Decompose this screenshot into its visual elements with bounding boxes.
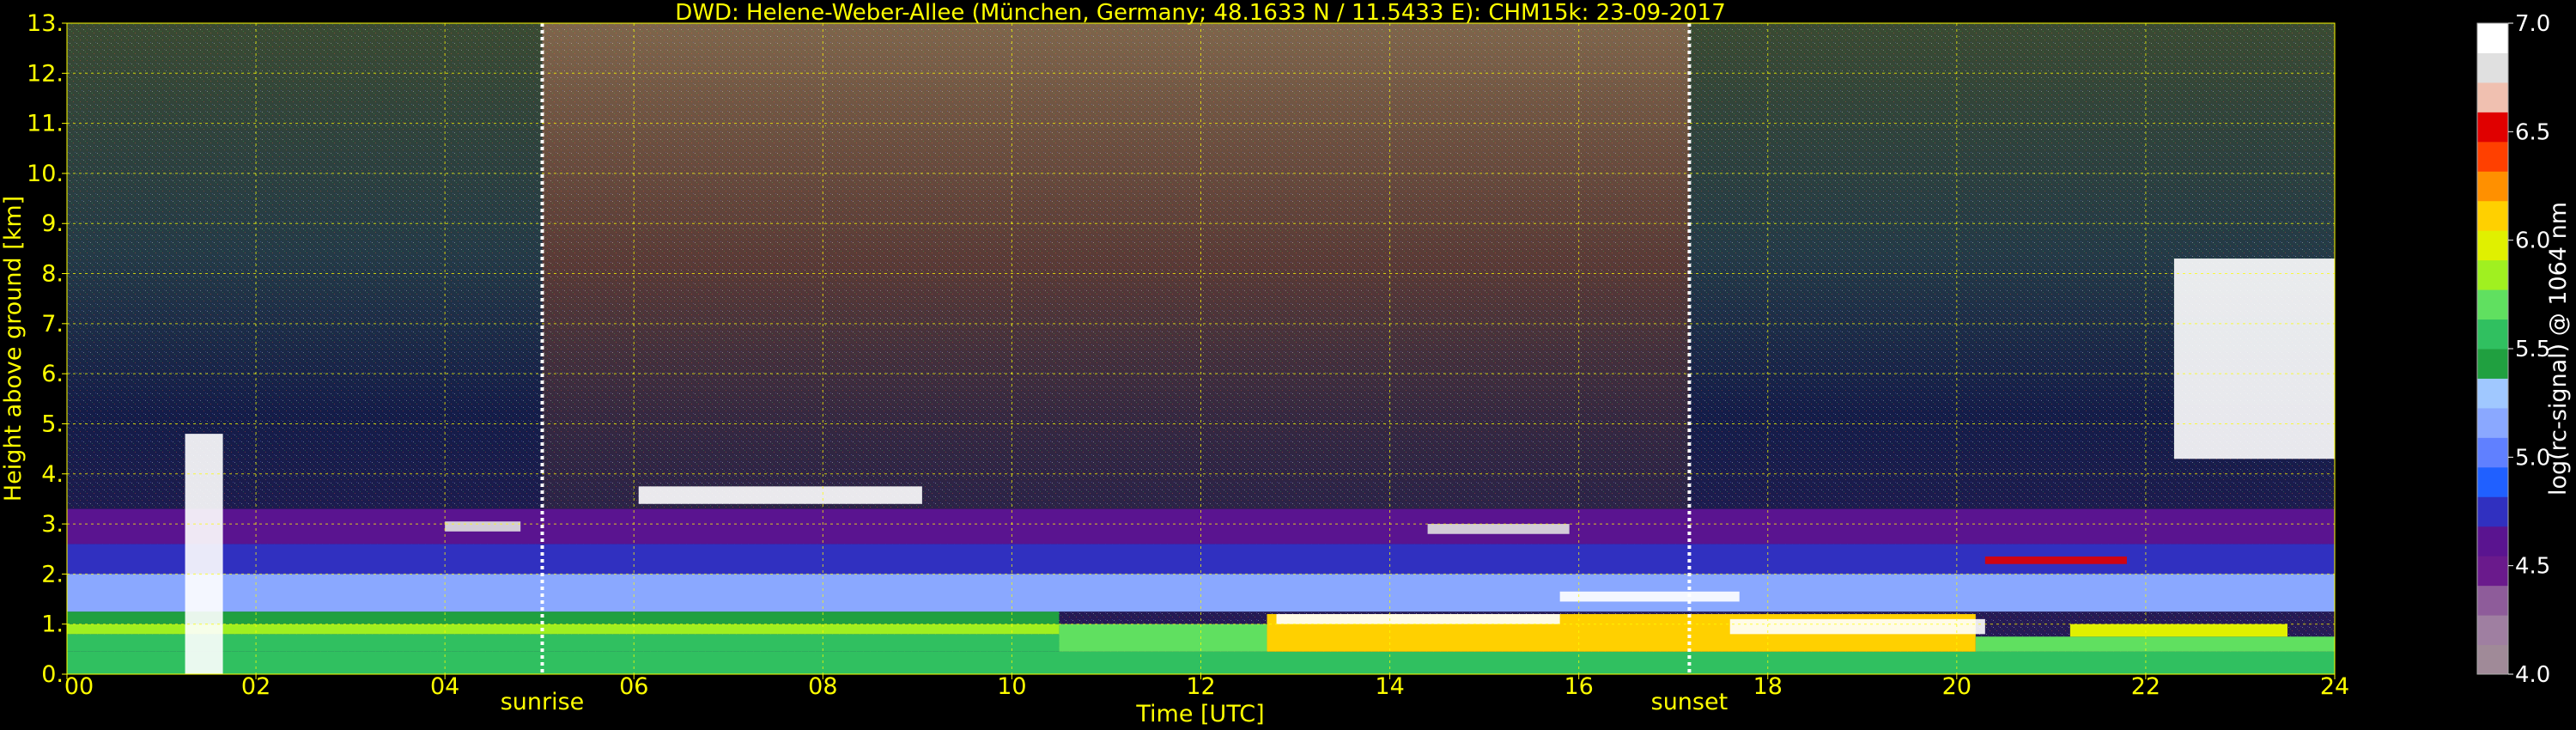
colorbar-tick-label: 4.5 — [2515, 554, 2550, 580]
x-tick-label: 24 — [2320, 673, 2349, 700]
y-tick-label: 3. — [41, 511, 64, 538]
x-tick-label: 22 — [2131, 673, 2160, 700]
sunset-label: sunset — [1651, 689, 1728, 715]
y-tick-label: 0. — [41, 661, 64, 688]
plot-area — [67, 23, 2335, 674]
colorbar-swatch — [2477, 112, 2508, 143]
aerosol-layer-10 — [2069, 624, 2287, 637]
x-tick-label: 14 — [1375, 673, 1404, 700]
cloud-layer-5 — [1729, 618, 1985, 635]
colorbar: 4.04.55.05.56.06.57.0 — [2476, 11, 2550, 688]
colorbar-swatch — [2477, 466, 2508, 497]
cloud-layer-6 — [1984, 556, 2127, 564]
ceilometer-chart: 00 02 04 06 08 10 12 14 16 18 20 22 24 0. 1. 2. 3. 4. 5. 6… — [0, 0, 2572, 727]
colorbar-label: log(rc-signal) @ 1064 nm — [2545, 202, 2572, 496]
colorbar-swatch — [2477, 171, 2508, 202]
colorbar-tick-label: 6.5 — [2515, 119, 2550, 145]
x-tick-label: 12 — [1186, 673, 1215, 700]
aerosol-layer-9 — [1975, 636, 2335, 652]
aerosol-layer-4 — [67, 574, 2335, 612]
colorbar-swatch — [2477, 200, 2508, 231]
cloud-layer-7 — [2173, 259, 2335, 459]
y-tick-label: 5. — [41, 411, 64, 437]
y-axis-label: Height above ground [km] — [0, 196, 27, 502]
colorbar-swatch — [2477, 349, 2508, 379]
x-tick-label: 02 — [241, 673, 270, 700]
colorbar-swatch — [2477, 615, 2508, 646]
x-tick-label: 20 — [1942, 673, 1971, 700]
x-tick-label: 08 — [808, 673, 837, 700]
y-tick-label: 2. — [41, 561, 64, 587]
y-tick-label: 6. — [41, 361, 64, 387]
colorbar-swatch — [2477, 23, 2508, 53]
chart-title: DWD: Helene-Weber-Allee (München, German… — [675, 0, 1726, 26]
colorbar-swatch — [2477, 82, 2508, 113]
colorbar-swatch — [2477, 319, 2508, 350]
cloud-layer-4 — [1276, 614, 1560, 624]
cloud-layer-8 — [185, 434, 223, 674]
colorbar-tick-label: 7.0 — [2515, 11, 2550, 37]
x-tick-label: 10 — [997, 673, 1026, 700]
x-tick-label: 16 — [1564, 673, 1593, 700]
y-tick-label: 10. — [27, 161, 64, 187]
colorbar-swatch — [2477, 437, 2508, 468]
colorbar-swatch — [2477, 378, 2508, 409]
colorbar-swatch — [2477, 556, 2508, 587]
colorbar-swatch — [2477, 52, 2508, 83]
colorbar-swatch — [2477, 407, 2508, 438]
cloud-layer-0 — [638, 486, 922, 504]
y-tick-label: 12. — [27, 60, 64, 87]
x-axis-ticks: 00 02 04 06 08 10 12 14 16 18 20 22 24 — [64, 673, 2349, 700]
cloud-layer-3 — [1559, 591, 1740, 602]
x-axis-label: Time [UTC] — [1135, 701, 1264, 727]
sun-marker-labels: sunrise sunset — [501, 689, 1728, 715]
y-tick-label: 4. — [41, 461, 64, 488]
cloud-layer-2 — [1427, 524, 1570, 534]
colorbar-swatch — [2477, 644, 2508, 675]
colorbar-tick-label: 4.0 — [2515, 662, 2550, 688]
x-tick-label: 04 — [430, 673, 459, 700]
colorbar-swatch — [2477, 289, 2508, 320]
aerosol-layer-7 — [1059, 624, 1267, 652]
sunrise-label: sunrise — [501, 689, 585, 715]
y-tick-label: 9. — [41, 210, 64, 237]
colorbar-swatch — [2477, 141, 2508, 172]
colorbar-swatch — [2477, 526, 2508, 557]
colorbar-swatch — [2477, 230, 2508, 261]
cloud-layer-1 — [445, 521, 521, 532]
x-tick-label: 18 — [1753, 673, 1783, 700]
x-tick-label: 00 — [64, 673, 94, 700]
y-axis-ticks: 0. 1. 2. 3. 4. 5. 6. 7. 8. 9. 10. 11. 12. 13. — [27, 10, 67, 688]
colorbar-swatch — [2477, 259, 2508, 290]
colorbar-swatch — [2477, 585, 2508, 616]
aerosol-layer-6 — [67, 508, 2335, 544]
y-tick-label: 7. — [41, 311, 64, 338]
y-tick-label: 1. — [41, 611, 64, 638]
y-tick-label: 13. — [27, 10, 64, 37]
x-tick-label: 06 — [619, 673, 648, 700]
colorbar-swatch — [2477, 496, 2508, 527]
y-tick-label: 11. — [27, 111, 64, 137]
y-tick-label: 8. — [41, 261, 64, 288]
